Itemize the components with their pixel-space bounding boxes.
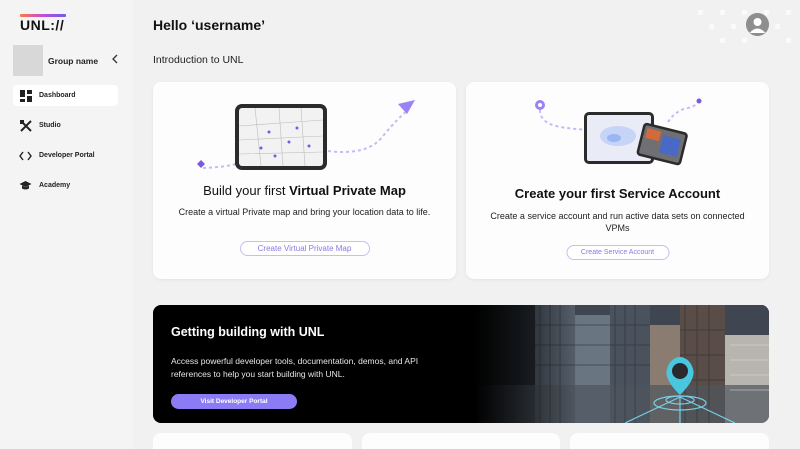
create-virtual-private-map-button[interactable]: Create Virtual Private Map bbox=[239, 241, 370, 256]
sidebar-item-dashboard[interactable]: Dashboard bbox=[13, 85, 118, 106]
card-description: Create a virtual Private map and bring y… bbox=[178, 207, 431, 217]
section-title-intro: Introduction to UNL bbox=[153, 54, 244, 66]
devices-illustration bbox=[535, 98, 702, 166]
card-title: Build your first Virtual Private Map bbox=[203, 183, 406, 198]
developer-portal-banner: Getting building with UNL Access powerfu… bbox=[153, 305, 769, 423]
banner-title: Getting building with UNL bbox=[171, 325, 325, 339]
sidebar-nav: Dashboard Studio Developer Portal Academ… bbox=[13, 85, 118, 205]
city-skyline-image bbox=[475, 305, 769, 423]
sidebar: UNL:// Group name Dashboard Studio Devel… bbox=[0, 0, 133, 449]
code-icon bbox=[19, 149, 32, 162]
sidebar-item-label: Academy bbox=[39, 182, 71, 189]
card-virtual-private-map: Build your first Virtual Private Map Cre… bbox=[153, 82, 456, 279]
sidebar-item-label: Dashboard bbox=[39, 92, 76, 99]
group-name: Group name bbox=[48, 55, 99, 66]
page-title: Hello ‘username’ bbox=[153, 17, 266, 33]
group-selector[interactable]: Group name bbox=[13, 45, 123, 76]
group-avatar bbox=[13, 45, 43, 76]
main-content: Hello ‘username’ Introduction to UNL Bui… bbox=[133, 0, 800, 449]
graduation-cap-icon bbox=[19, 179, 32, 192]
sidebar-item-developer-portal[interactable]: Developer Portal bbox=[13, 145, 118, 166]
bottom-card bbox=[570, 433, 769, 449]
banner-text: Access powerful developer tools, documen… bbox=[171, 356, 419, 379]
unl-logo[interactable]: UNL:// bbox=[20, 14, 66, 33]
studio-tools-icon bbox=[19, 119, 32, 132]
bottom-card bbox=[153, 433, 352, 449]
visit-developer-portal-button[interactable]: Visit Developer Portal bbox=[171, 394, 297, 409]
decorative-dots bbox=[690, 0, 800, 60]
user-avatar-icon[interactable] bbox=[746, 13, 769, 36]
map-tablet-illustration bbox=[197, 100, 415, 170]
sidebar-item-label: Studio bbox=[39, 122, 61, 129]
card-description: Create a service account and run active … bbox=[490, 211, 745, 233]
sidebar-item-academy[interactable]: Academy bbox=[13, 175, 118, 196]
create-service-account-button[interactable]: Create Service Account bbox=[566, 245, 669, 260]
bottom-card bbox=[362, 433, 560, 449]
card-service-account: Create your first Service Account Create… bbox=[466, 82, 769, 279]
sidebar-item-studio[interactable]: Studio bbox=[13, 115, 118, 136]
sidebar-item-label: Developer Portal bbox=[39, 152, 95, 159]
card-title: Create your first Service Account bbox=[514, 186, 721, 201]
logo-text: UNL:// bbox=[20, 17, 65, 33]
dashboard-icon bbox=[19, 89, 32, 102]
chevron-left-icon[interactable] bbox=[111, 54, 123, 67]
